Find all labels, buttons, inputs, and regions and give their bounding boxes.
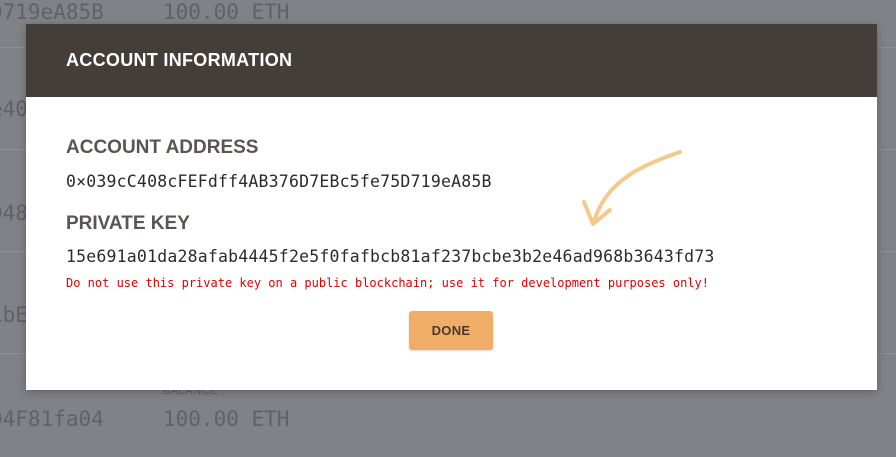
account-address-fragment: 94F81fa04 (0, 407, 104, 431)
account-address-fragment: D719eA85B (0, 0, 104, 24)
private-key-warning: Do not use this private key on a public … (66, 276, 709, 290)
private-key-label: PRIVATE KEY (66, 213, 190, 234)
account-balance: 100.00 ETH (163, 0, 290, 24)
account-address-fragment: 948 (0, 201, 28, 225)
account-address-fragment: 1bE (0, 303, 28, 327)
modal-header: ACCOUNT INFORMATION (26, 24, 877, 97)
account-address-label: ACCOUNT ADDRESS (66, 137, 259, 158)
private-key-value: 15e691a01da28afab4445f2e5f0fafbcb81af237… (66, 247, 715, 266)
modal-title: ACCOUNT INFORMATION (66, 50, 293, 70)
account-information-modal: ACCOUNT INFORMATION ACCOUNT ADDRESS 0×03… (26, 24, 877, 390)
account-address-value: 0×039cC408cFEFdff4AB376D7EBc5fe75D719eA8… (66, 172, 492, 191)
account-address-fragment: e40 (0, 97, 28, 121)
curved-arrow-icon (582, 150, 682, 226)
account-balance: 100.00 ETH (163, 407, 290, 431)
done-button[interactable]: DONE (409, 311, 493, 350)
